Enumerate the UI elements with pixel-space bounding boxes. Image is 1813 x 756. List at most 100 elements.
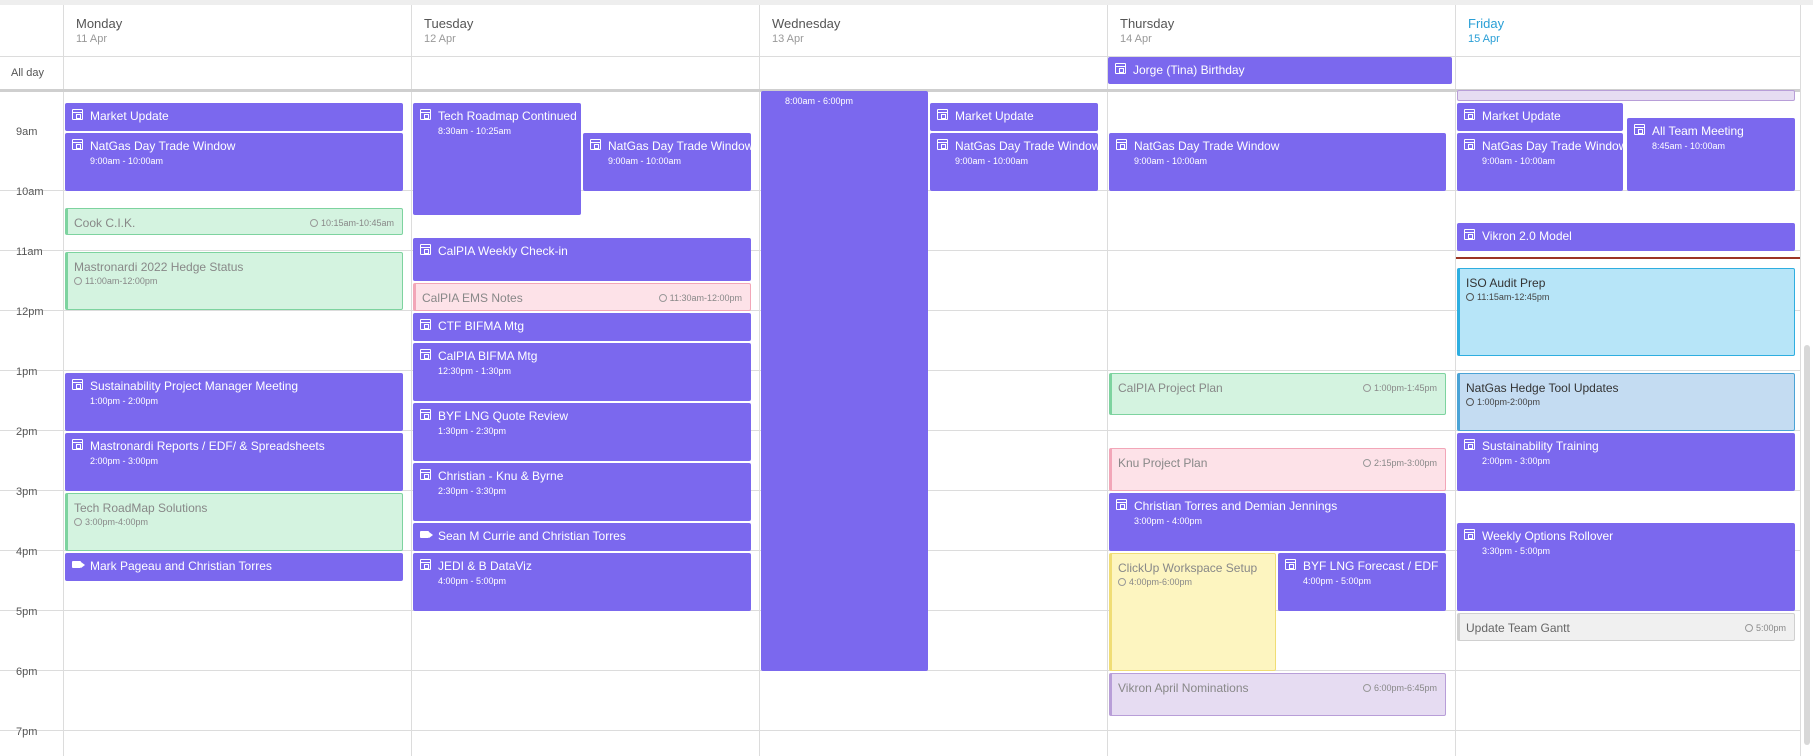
- event-title: Tech RoadMap Solutions: [74, 501, 208, 515]
- hour-label: 1pm: [16, 366, 38, 378]
- event-all-day-block[interactable]: 8:00am - 6:00pm: [761, 91, 928, 671]
- event-calpia-weekly-checkin[interactable]: CalPIA Weekly Check-in: [413, 238, 751, 281]
- hour-label: 7pm: [16, 726, 38, 738]
- event-time: 8:30am - 10:25am: [438, 126, 512, 136]
- calendar-icon: [1115, 63, 1126, 74]
- event-update-team-gantt[interactable]: Update Team Gantt 5:00pm: [1457, 613, 1795, 641]
- event-natgas-day-trade-window[interactable]: NatGas Day Trade Window 9:00am - 10:00am: [583, 133, 751, 191]
- event-calpia-bifma-mtg[interactable]: CalPIA BIFMA Mtg 12:30pm - 1:30pm: [413, 343, 751, 401]
- event-natgas-day-trade-window[interactable]: NatGas Day Trade Window 9:00am - 10:00am: [1109, 133, 1446, 191]
- event-title: NatGas Day Trade Window: [90, 139, 236, 153]
- event-title: Market Update: [1482, 109, 1561, 123]
- clock-icon: [1362, 384, 1371, 392]
- event-title: ClickUp Workspace Setup: [1118, 561, 1258, 575]
- event-byf-lng-forecast-edf[interactable]: BYF LNG Forecast / EDF 4:00pm - 5:00pm: [1278, 553, 1446, 611]
- video-icon: [72, 561, 85, 568]
- calendar-icon: [72, 439, 83, 450]
- event-title: CalPIA BIFMA Mtg: [438, 349, 538, 363]
- hour-label: 3pm: [16, 486, 38, 498]
- event-time: 2:15pm-3:00pm: [1362, 458, 1437, 468]
- calendar-icon: [72, 109, 83, 120]
- event-time-text: 5:00pm: [1755, 623, 1786, 633]
- event-title: Sustainability Training: [1482, 439, 1599, 453]
- event-vikron-model[interactable]: Vikron 2.0 Model: [1457, 223, 1795, 251]
- clock-icon: [1362, 684, 1371, 692]
- day-header-tuesday[interactable]: Tuesday 12 Apr: [424, 16, 473, 45]
- hour-label: 10am: [16, 186, 44, 198]
- event-calpia-project-plan[interactable]: CalPIA Project Plan 1:00pm-1:45pm: [1109, 373, 1446, 415]
- event-market-update[interactable]: Market Update: [1457, 103, 1623, 131]
- event-time: 3:00pm - 4:00pm: [1134, 516, 1203, 526]
- event-title: Weekly Options Rollover: [1482, 529, 1614, 543]
- event-ctf-bifma-mtg[interactable]: CTF BIFMA Mtg: [413, 313, 751, 341]
- event-cook-cik[interactable]: Cook C.I.K. 10:15am-10:45am: [65, 208, 403, 235]
- day-name: Friday: [1468, 16, 1505, 31]
- calendar-icon: [420, 469, 431, 480]
- top-strip: [0, 0, 1813, 5]
- day-header-thursday[interactable]: Thursday 14 Apr: [1120, 16, 1174, 45]
- event-all-team-meeting[interactable]: All Team Meeting 8:45am - 10:00am: [1627, 118, 1795, 191]
- event-christian-knu-byrne[interactable]: Christian - Knu & Byrne 2:30pm - 3:30pm: [413, 463, 751, 521]
- event-time: 1:30pm - 2:30pm: [438, 426, 507, 436]
- event-natgas-hedge-tool-updates[interactable]: NatGas Hedge Tool Updates 1:00pm-2:00pm: [1457, 373, 1795, 431]
- event-clickup-workspace-setup[interactable]: ClickUp Workspace Setup 4:00pm-6:00pm: [1109, 553, 1276, 671]
- event-sustainability-training[interactable]: Sustainability Training 2:00pm - 3:00pm: [1457, 433, 1795, 491]
- event-weekly-options-rollover[interactable]: Weekly Options Rollover 3:30pm - 5:00pm: [1457, 523, 1795, 611]
- event-natgas-day-trade-window[interactable]: NatGas Day Trade Window 9:00am - 10:00am: [930, 133, 1098, 191]
- calendar-icon: [420, 109, 431, 120]
- event-time: 9:00am - 10:00am: [1134, 156, 1208, 166]
- clock-icon: [1118, 578, 1126, 586]
- day-name: Thursday: [1120, 16, 1175, 31]
- event-christian-torres-demian-jennings[interactable]: Christian Torres and Demian Jennings 3:0…: [1109, 493, 1446, 551]
- day-date: 13 Apr: [772, 33, 804, 45]
- event-time: 8:00am - 6:00pm: [785, 96, 854, 106]
- event-mastronardi-reports[interactable]: Mastronardi Reports / EDF/ & Spreadsheet…: [65, 433, 403, 491]
- calendar-icon: [1464, 529, 1475, 540]
- clock-icon: [1466, 398, 1474, 406]
- event-title: Mastronardi Reports / EDF/ & Spreadsheet…: [90, 439, 325, 453]
- event-iso-audit-prep[interactable]: ISO Audit Prep 11:15am-12:45pm: [1457, 268, 1795, 356]
- hour-label: 6pm: [16, 666, 38, 678]
- calendar-icon: [72, 379, 83, 390]
- event-continued-from-earlier[interactable]: [1457, 90, 1795, 101]
- day-header-friday[interactable]: Friday 15 Apr: [1468, 16, 1504, 45]
- day-header-wednesday[interactable]: Wednesday 13 Apr: [772, 16, 840, 45]
- event-time: 3:00pm-4:00pm: [74, 517, 148, 527]
- event-natgas-day-trade-window[interactable]: NatGas Day Trade Window 9:00am - 10:00am: [1457, 133, 1623, 191]
- event-title: NatGas Day Trade Window: [1482, 139, 1623, 153]
- event-tech-roadmap-continued[interactable]: Tech Roadmap Continued 8:30am - 10:25am: [413, 103, 581, 215]
- event-sustainability-pm-meeting[interactable]: Sustainability Project Manager Meeting 1…: [65, 373, 403, 431]
- event-jedi-b-dataviz[interactable]: JEDI & B DataViz 4:00pm - 5:00pm: [413, 553, 751, 611]
- day-date: 12 Apr: [424, 33, 456, 45]
- clock-icon: [1466, 293, 1474, 301]
- event-byf-lng-quote-review[interactable]: BYF LNG Quote Review 1:30pm - 2:30pm: [413, 403, 751, 461]
- event-time: 2:30pm - 3:30pm: [438, 486, 507, 496]
- event-title: Knu Project Plan: [1118, 456, 1208, 470]
- event-title: BYF LNG Forecast / EDF: [1303, 559, 1439, 573]
- event-market-update[interactable]: Market Update: [930, 103, 1098, 131]
- calendar-icon: [1464, 139, 1475, 150]
- event-title: Sean M Currie and Christian Torres: [438, 529, 626, 543]
- event-market-update[interactable]: Market Update: [65, 103, 403, 131]
- event-sean-currie-christian-torres[interactable]: Sean M Currie and Christian Torres: [413, 523, 751, 551]
- event-mark-pageau-christian-torres[interactable]: Mark Pageau and Christian Torres: [65, 553, 403, 581]
- event-tech-roadmap-solutions[interactable]: Tech RoadMap Solutions 3:00pm-4:00pm: [65, 493, 403, 551]
- event-time: 2:00pm - 3:00pm: [90, 456, 159, 466]
- event-natgas-day-trade-window[interactable]: NatGas Day Trade Window 9:00am - 10:00am: [65, 133, 403, 191]
- all-day-event[interactable]: Jorge (Tina) Birthday: [1108, 57, 1452, 84]
- event-time: 5:00pm: [1744, 623, 1786, 633]
- day-header-monday[interactable]: Monday 11 Apr: [76, 16, 122, 45]
- event-title: Vikron April Nominations: [1118, 681, 1249, 695]
- column-divider: [759, 5, 760, 756]
- event-vikron-april-nominations[interactable]: Vikron April Nominations 6:00pm-6:45pm: [1109, 673, 1446, 716]
- event-calpia-ems-notes[interactable]: CalPIA EMS Notes 11:30am-12:00pm: [413, 283, 751, 311]
- event-knu-project-plan[interactable]: Knu Project Plan 2:15pm-3:00pm: [1109, 448, 1446, 491]
- clock-icon: [1744, 624, 1753, 632]
- calendar-icon: [1116, 139, 1127, 150]
- event-mastronardi-hedge-status[interactable]: Mastronardi 2022 Hedge Status 11:00am-12…: [65, 252, 403, 310]
- event-time: 3:30pm - 5:00pm: [1482, 546, 1551, 556]
- hour-label: 4pm: [16, 546, 38, 558]
- column-divider: [1107, 5, 1108, 756]
- hour-label: 12pm: [16, 306, 44, 318]
- vertical-scrollbar[interactable]: [1804, 345, 1810, 745]
